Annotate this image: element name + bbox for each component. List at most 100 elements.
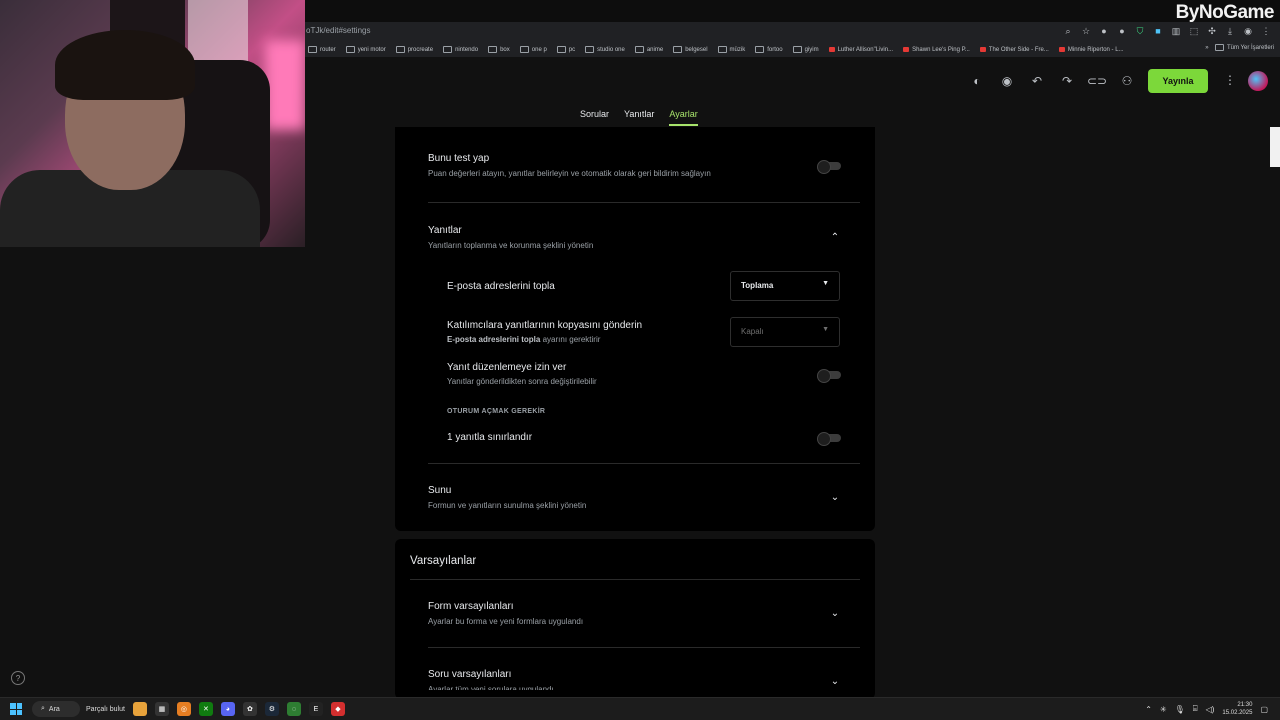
quiz-toggle[interactable] bbox=[817, 160, 841, 174]
xbox-icon[interactable]: ✕ bbox=[198, 702, 213, 716]
dropdown-arrow-icon: ▼ bbox=[822, 280, 829, 287]
network-icon[interactable]: ⌸ bbox=[1193, 704, 1198, 714]
chevron-down-icon[interactable]: ⌄ bbox=[829, 607, 841, 619]
app-icon[interactable]: ▦ bbox=[154, 702, 169, 716]
taskbar-search[interactable]: ⌕ Ara bbox=[32, 701, 80, 717]
undo-icon[interactable]: ↶ bbox=[1028, 72, 1046, 90]
extension-icon[interactable]: ● bbox=[1098, 25, 1110, 37]
volume-icon[interactable]: ◁) bbox=[1206, 705, 1215, 714]
scrollbar[interactable] bbox=[1270, 127, 1280, 167]
bookmark-item[interactable]: Minnie Riperton - L... bbox=[1058, 47, 1124, 53]
responses-title: Yanıtlar bbox=[428, 225, 462, 236]
folder-icon bbox=[345, 46, 355, 53]
address-bar[interactable]: oTJk/edit#settings ⌕ ☆ ● ● ⛉ ■ ▥ ⬚ ✣ ⤓ ◉… bbox=[300, 22, 1280, 42]
folder-icon bbox=[634, 46, 644, 53]
bookmark-item[interactable]: one p bbox=[519, 46, 547, 53]
url-text[interactable]: oTJk/edit#settings bbox=[306, 26, 370, 35]
preview-eye-icon[interactable]: ◉ bbox=[998, 72, 1016, 90]
clock[interactable]: 21:30 15.02.2025 bbox=[1222, 701, 1252, 717]
zoom-icon[interactable]: ⌕ bbox=[1062, 25, 1074, 37]
download-icon[interactable]: ⤓ bbox=[1224, 25, 1236, 37]
weather-widget[interactable]: Parçalı bulut bbox=[86, 706, 125, 713]
bookmarks-bar: router yeni motor procreate nintendo box… bbox=[300, 42, 1280, 57]
divider bbox=[428, 647, 860, 648]
tray-app-icon[interactable]: ✳ bbox=[1160, 705, 1167, 714]
tab-responses[interactable]: Yanıtlar bbox=[624, 109, 654, 126]
shield-icon[interactable]: ⛉ bbox=[1134, 25, 1146, 37]
extension-icon[interactable]: ▥ bbox=[1170, 25, 1182, 37]
allow-edit-toggle[interactable] bbox=[817, 369, 841, 383]
discord-icon[interactable]: ◕ bbox=[220, 702, 235, 716]
allow-edit-subtitle: Yanıtlar gönderildikten sonra değiştiril… bbox=[447, 377, 597, 386]
divider bbox=[428, 463, 860, 464]
bookmark-item[interactable]: belgesel bbox=[673, 46, 708, 53]
form-tabs: Sorular Yanıtlar Ayarlar bbox=[580, 109, 698, 126]
address-bar-icons: ⌕ ☆ ● ● ⛉ ■ ▥ ⬚ ✣ ⤓ ◉ ⋮ bbox=[1062, 25, 1272, 37]
redo-icon[interactable]: ↷ bbox=[1058, 72, 1076, 90]
youtube-icon bbox=[1058, 47, 1065, 52]
bookmark-item[interactable]: studio one bbox=[585, 46, 625, 53]
avatar[interactable] bbox=[1248, 71, 1268, 91]
bookmark-item[interactable]: Luther Allison"Livin... bbox=[828, 47, 893, 53]
notification-icon[interactable]: ▢ bbox=[1260, 705, 1268, 714]
chevron-down-icon[interactable]: ⌄ bbox=[829, 491, 841, 503]
presentation-title: Sunu bbox=[428, 485, 452, 496]
quiz-subtitle: Puan değerleri atayın, yanıtlar belirley… bbox=[428, 169, 711, 178]
bookmark-item[interactable]: The Other Side - Fre... bbox=[979, 47, 1049, 53]
youtube-icon bbox=[979, 47, 986, 52]
publish-button[interactable]: Yayınla bbox=[1148, 69, 1208, 93]
whatsapp-icon[interactable]: ◌ bbox=[286, 702, 301, 716]
tab-settings[interactable]: Ayarlar bbox=[669, 109, 698, 126]
bookmark-item[interactable]: Shawn Lee's Ping P... bbox=[903, 47, 970, 53]
bookmark-item[interactable]: pc bbox=[556, 46, 575, 53]
bookmark-item[interactable]: nintendo bbox=[443, 46, 478, 53]
collect-emails-label: E-posta adreslerini topla bbox=[447, 281, 555, 292]
windows-start-icon[interactable] bbox=[10, 703, 22, 715]
bookmark-item[interactable]: router bbox=[308, 46, 336, 53]
menu-icon[interactable]: ⋮ bbox=[1260, 25, 1272, 37]
bookmark-item[interactable]: giyim bbox=[792, 46, 819, 53]
add-collaborator-icon[interactable]: ⚇ bbox=[1118, 72, 1136, 90]
microphone-icon[interactable]: 🎙 bbox=[1175, 705, 1185, 714]
form-defaults-subtitle: Ayarlar bu forma ve yeni formlara uygula… bbox=[428, 617, 584, 626]
bookmark-item[interactable]: yeni motor bbox=[345, 46, 386, 53]
extension-icon[interactable]: ■ bbox=[1152, 25, 1164, 37]
limit-one-toggle[interactable] bbox=[817, 432, 841, 446]
bookmark-item[interactable]: müzik bbox=[717, 46, 745, 53]
link-icon[interactable]: ⊂⊃ bbox=[1087, 72, 1107, 90]
bookmark-item[interactable]: box bbox=[488, 46, 510, 53]
file-explorer-icon[interactable] bbox=[132, 702, 147, 716]
search-icon: ⌕ bbox=[41, 705, 45, 712]
bookmark-item[interactable]: anime bbox=[634, 46, 663, 53]
system-tray: ⌃ ✳ 🎙 ⌸ ◁) 21:30 15.02.2025 ▢ bbox=[1145, 701, 1268, 717]
extension-icon[interactable]: ⬚ bbox=[1188, 25, 1200, 37]
collect-emails-select[interactable]: Toplama ▼ bbox=[730, 271, 840, 301]
bookmark-item[interactable]: procreate bbox=[395, 46, 433, 53]
channel-logo: ByNoGame bbox=[1175, 2, 1275, 23]
send-copy-value: Kapalı bbox=[741, 327, 764, 336]
chevron-down-icon[interactable]: ⌄ bbox=[829, 675, 841, 687]
limit-one-label: 1 yanıtla sınırlandır bbox=[447, 432, 533, 443]
all-bookmarks[interactable]: » Tüm Yer İşaretleri bbox=[1205, 44, 1274, 51]
forms-header: ◐ ◉ ↶ ↷ ⊂⊃ ⚇ Yayınla ⋮ Sorular Yanıtlar … bbox=[300, 57, 1280, 127]
bookmark-star-icon[interactable]: ☆ bbox=[1080, 25, 1092, 37]
more-options-icon[interactable]: ⋮ bbox=[1224, 73, 1236, 87]
palette-icon[interactable]: ◐ bbox=[968, 72, 986, 90]
chrome-icon[interactable]: ◎ bbox=[176, 702, 191, 716]
forms-toolbar: ◐ ◉ ↶ ↷ ⊂⊃ ⚇ bbox=[968, 72, 1136, 90]
tray-arrow-icon[interactable]: ⌃ bbox=[1145, 705, 1152, 714]
defaults-panel: Varsayılanlar Form varsayılanları Ayarla… bbox=[395, 539, 875, 699]
epic-games-icon[interactable]: E bbox=[308, 702, 323, 716]
puzzle-icon[interactable]: ✣ bbox=[1206, 25, 1218, 37]
folder-icon bbox=[519, 46, 529, 53]
profile-icon[interactable]: ◉ bbox=[1242, 25, 1254, 37]
tab-questions[interactable]: Sorular bbox=[580, 109, 609, 126]
openai-icon[interactable]: ✿ bbox=[242, 702, 257, 716]
app-icon[interactable]: ◆ bbox=[330, 702, 345, 716]
help-icon[interactable]: ? bbox=[11, 671, 25, 685]
bookmark-item[interactable]: fortoo bbox=[755, 46, 783, 53]
chevron-up-icon[interactable]: ⌃ bbox=[829, 231, 841, 243]
steam-icon[interactable]: ⚙ bbox=[264, 702, 279, 716]
extension-icon[interactable]: ● bbox=[1116, 25, 1128, 37]
youtube-icon bbox=[828, 47, 835, 52]
